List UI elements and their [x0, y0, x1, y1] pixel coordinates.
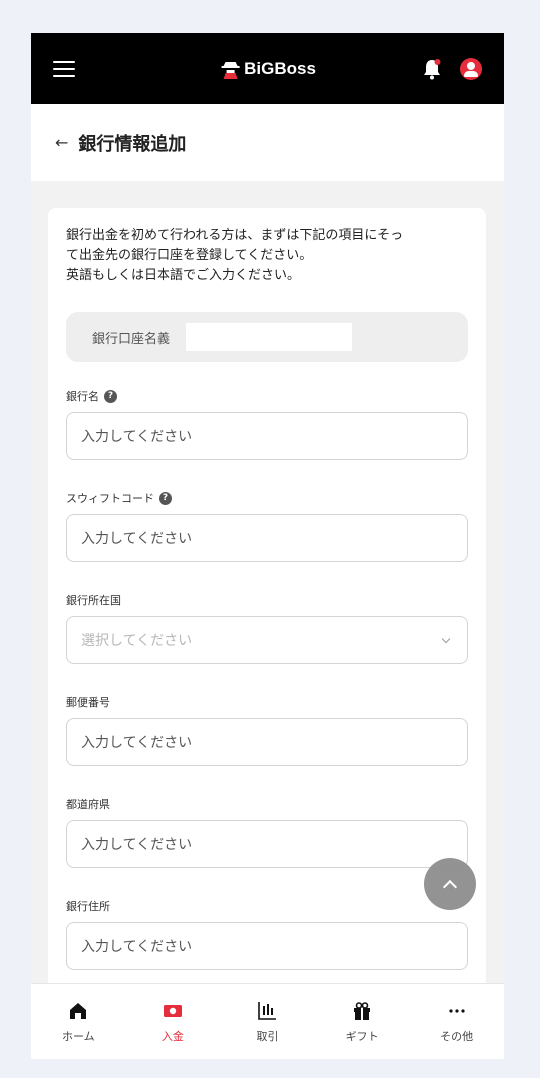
hamburger-icon[interactable]: [53, 60, 75, 77]
nav-item-more[interactable]: その他: [417, 1000, 497, 1044]
bank-country-placeholder: 選択してください: [81, 633, 193, 649]
title-bar: ← 銀行情報追加: [31, 104, 504, 181]
nav-item-trade[interactable]: 取引: [227, 1000, 307, 1044]
form-fields: 銀行名 ? 入力してください スウィフトコード ? 入力してください 銀行所在国…: [66, 388, 468, 970]
bank-country-label: 銀行所在国: [66, 594, 121, 607]
chevron-up-icon: [442, 879, 458, 894]
deposit-icon: [163, 1004, 182, 1017]
prefecture-label: 都道府県: [66, 798, 110, 811]
field-prefecture: 都道府県 入力してください: [66, 796, 468, 868]
field-postal-code: 郵便番号 入力してください: [66, 694, 468, 766]
more-icon: [449, 1008, 465, 1013]
postal-code-input[interactable]: 入力してください: [66, 718, 468, 766]
user-avatar-icon[interactable]: [460, 57, 482, 80]
back-arrow-icon[interactable]: ←: [55, 133, 68, 152]
nav-label-home: ホーム: [61, 1029, 95, 1043]
logo-mark-icon: [221, 61, 240, 79]
bank-country-select[interactable]: 選択してください: [66, 616, 468, 664]
help-icon[interactable]: ?: [104, 389, 117, 403]
nav-label-trade: 取引: [256, 1029, 279, 1043]
account-holder-row: 銀行口座名義: [66, 312, 468, 362]
nav-label-gift: ギフト: [345, 1029, 379, 1043]
nav-item-home[interactable]: ホーム: [38, 1000, 118, 1044]
bank-form-card: 銀行出金を初めて行われる方は、まずは下記の項目にそっ て出金先の銀行口座を登録し…: [48, 208, 486, 998]
intro-text: 銀行出金を初めて行われる方は、まずは下記の項目にそっ て出金先の銀行口座を登録し…: [66, 226, 468, 286]
bank-name-label: 銀行名: [66, 390, 99, 403]
intro-line-3: 英語もしくは日本語でご入力ください。: [66, 268, 301, 283]
intro-line-2: て出金先の銀行口座を登録してください。: [66, 248, 313, 263]
nav-item-gift[interactable]: ギフト: [322, 1000, 402, 1044]
page-title: 銀行情報追加: [78, 133, 187, 155]
swift-code-input[interactable]: 入力してください: [66, 514, 468, 562]
account-holder-label: 銀行口座名義: [92, 331, 171, 347]
prefecture-input[interactable]: 入力してください: [66, 820, 468, 868]
trade-icon: [258, 1001, 277, 1020]
gift-icon: [354, 1001, 371, 1020]
bank-address-input[interactable]: 入力してください: [66, 922, 468, 970]
chevron-down-icon: [441, 634, 451, 644]
swift-code-label: スウィフトコード: [66, 492, 154, 505]
app-screen: BiGBoss ← 銀行情報追加 銀行出金を初めて行われる方は、まずは下記の項目…: [31, 33, 504, 1059]
field-swift-code: スウィフトコード ? 入力してください: [66, 490, 468, 562]
help-icon[interactable]: ?: [159, 491, 172, 505]
field-bank-address: 銀行住所 入力してください: [66, 898, 468, 970]
top-header: BiGBoss: [31, 33, 504, 104]
nav-item-deposit[interactable]: 入金: [133, 1000, 213, 1044]
nav-label-more: その他: [440, 1029, 474, 1043]
field-bank-country: 銀行所在国 選択してください: [66, 592, 468, 664]
home-icon: [70, 1002, 87, 1019]
nav-label-deposit: 入金: [161, 1029, 184, 1043]
account-holder-value: [186, 323, 353, 351]
scroll-to-top-button[interactable]: [424, 858, 476, 910]
bank-name-input[interactable]: 入力してください: [66, 412, 468, 460]
field-bank-name: 銀行名 ? 入力してください: [66, 388, 468, 460]
intro-line-1: 銀行出金を初めて行われる方は、まずは下記の項目にそっ: [66, 228, 404, 243]
bottom-nav: ホーム 入金 取引 ギフト その他: [31, 983, 504, 1059]
brand-logo[interactable]: BiGBoss: [219, 59, 316, 79]
bank-address-label: 銀行住所: [66, 900, 110, 913]
brand-name: BiGBoss: [244, 58, 316, 78]
postal-code-label: 郵便番号: [66, 696, 110, 709]
bell-icon[interactable]: [422, 58, 442, 80]
